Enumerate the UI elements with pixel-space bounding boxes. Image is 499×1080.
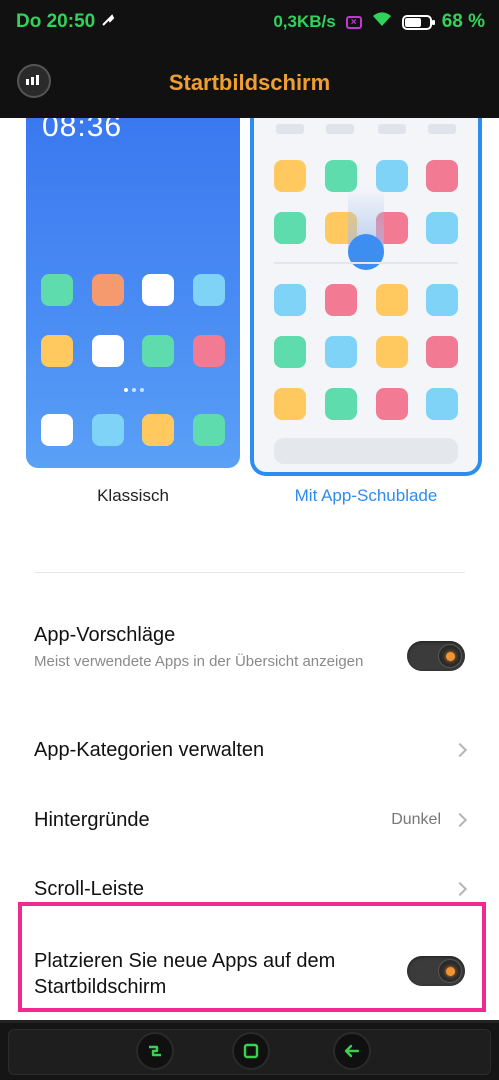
- chevron-right-icon: [452, 742, 468, 758]
- home-button[interactable]: [232, 1032, 270, 1070]
- status-right: 0,3KB/s × 68 %: [273, 11, 485, 33]
- setting-place-new-apps[interactable]: Platzieren Sie neue Apps auf dem Startbi…: [0, 940, 499, 1010]
- app-tile: [274, 160, 306, 192]
- page-dots: [124, 388, 144, 392]
- setting-backgrounds[interactable]: Hintergründe Dunkel: [0, 795, 499, 845]
- battery-percent: 68 %: [441, 11, 485, 32]
- app-tile: [274, 336, 306, 368]
- app-tile: [426, 212, 458, 244]
- nav-bar: [0, 1020, 499, 1080]
- app-tile: [142, 335, 174, 367]
- recents-button[interactable]: [136, 1032, 174, 1070]
- app-tile: [426, 388, 458, 420]
- app-tile: [142, 274, 174, 306]
- chevron-right-icon: [452, 881, 468, 897]
- page-title: Startbildschirm: [168, 70, 331, 95]
- sim-x-icon: ×: [345, 15, 362, 29]
- wifi-icon: [372, 11, 392, 33]
- app-tile: [376, 160, 408, 192]
- app-tile: [426, 160, 458, 192]
- screen: Do 20:50 0,3KB/s × 68 % Startbildschirm …: [0, 0, 499, 1080]
- toggle-knob: [438, 644, 462, 668]
- app-tile: [376, 284, 408, 316]
- toggle-knob: [438, 959, 462, 983]
- app-tile: [92, 274, 124, 306]
- app-tile: [41, 335, 73, 367]
- app-tile: [376, 336, 408, 368]
- wrench-icon: [101, 11, 115, 33]
- status-bar: Do 20:50 0,3KB/s × 68 %: [0, 0, 499, 44]
- setting-app-suggestions[interactable]: App-Vorschläge Meist verwendete Apps in …: [0, 620, 499, 700]
- app-tile: [193, 414, 225, 446]
- app-tile: [325, 284, 357, 316]
- app-tile: [426, 336, 458, 368]
- app-tile: [274, 212, 306, 244]
- back-arrow-icon: [344, 1044, 360, 1058]
- app-tile: [274, 388, 306, 420]
- header: Startbildschirm: [0, 44, 499, 118]
- app-suggestions-toggle[interactable]: [407, 641, 465, 671]
- app-tile: [325, 336, 357, 368]
- setting-title: Hintergründe: [34, 809, 150, 831]
- app-tile: [376, 388, 408, 420]
- home-icon: [243, 1043, 259, 1059]
- app-tile: [426, 284, 458, 316]
- drawer-dock: [274, 438, 458, 464]
- back-button[interactable]: [333, 1032, 371, 1070]
- app-tile: [41, 414, 73, 446]
- drag-dot: [348, 234, 384, 270]
- status-time: Do 20:50: [16, 11, 96, 32]
- drawer-divider: [274, 262, 458, 264]
- setting-title: Scroll-Leiste: [34, 878, 145, 900]
- recents-icon: [149, 1045, 161, 1057]
- app-tile: [325, 388, 357, 420]
- app-tile: [142, 414, 174, 446]
- chevron-right-icon: [452, 812, 468, 828]
- layout-drawer-label[interactable]: Mit App-Schublade: [250, 486, 482, 506]
- setting-manage-categories[interactable]: App-Kategorien verwalten: [0, 725, 499, 775]
- setting-subtitle: Meist verwendete Apps in der Übersicht a…: [34, 653, 364, 670]
- divider: [34, 572, 465, 573]
- setting-title: App-Vorschläge: [34, 624, 176, 646]
- app-tile: [92, 414, 124, 446]
- setting-title: Platzieren Sie neue Apps auf dem Startbi…: [34, 950, 336, 998]
- place-new-apps-toggle[interactable]: [407, 956, 465, 986]
- layout-classic-preview[interactable]: 08:36: [26, 118, 240, 468]
- app-tile: [92, 335, 124, 367]
- setting-title: App-Kategorien verwalten: [34, 739, 265, 761]
- preview-clock: 08:36: [42, 118, 123, 143]
- app-tile: [325, 160, 357, 192]
- app-tile: [193, 274, 225, 306]
- layout-drawer-preview[interactable]: [250, 118, 482, 476]
- setting-value: Dunkel: [391, 811, 441, 828]
- app-tile: [274, 284, 306, 316]
- app-tile: [41, 274, 73, 306]
- battery-icon: [401, 14, 435, 30]
- net-speed: 0,3KB/s: [273, 12, 336, 31]
- app-tile: [193, 335, 225, 367]
- battery-level: [404, 17, 421, 27]
- layout-classic-label[interactable]: Klassisch: [26, 486, 240, 506]
- status-left: Do 20:50: [16, 11, 115, 33]
